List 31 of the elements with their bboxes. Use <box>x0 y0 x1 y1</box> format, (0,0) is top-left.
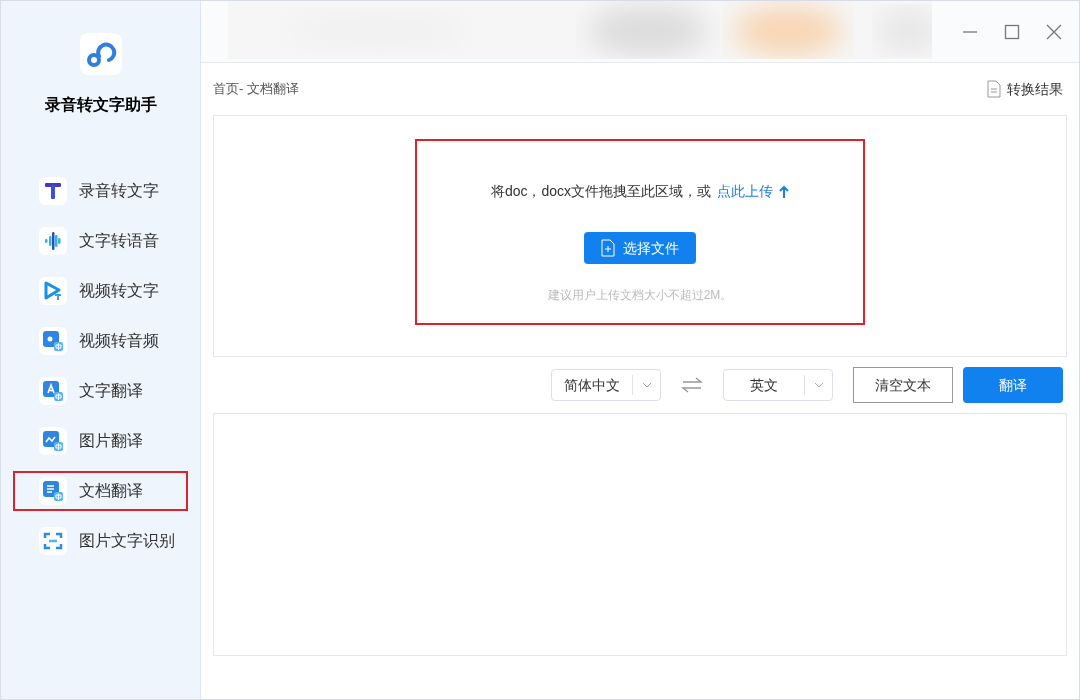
source-language-select[interactable]: 简体中文 <box>551 369 661 401</box>
sidebar-item[interactable]: 文字翻译 <box>13 371 188 411</box>
swap-icon[interactable] <box>681 377 703 393</box>
sidebar-item[interactable]: 图片翻译 <box>13 421 188 461</box>
result-button[interactable]: 转换结果 <box>987 78 1063 100</box>
clear-text-button[interactable]: 清空文本 <box>853 367 953 403</box>
chevron-down-icon <box>813 382 824 388</box>
breadcrumb: 首页- 文档翻译 <box>213 80 299 99</box>
sidebar-item[interactable]: 图片文字识别 <box>13 521 188 561</box>
translate-button[interactable]: 翻译 <box>963 367 1063 403</box>
play-icon <box>39 277 67 305</box>
app-name: 录音转文字助手 <box>44 95 157 115</box>
sidebar-item[interactable]: 文档翻译 <box>13 471 188 511</box>
choose-file-button[interactable]: 选择文件 <box>584 232 696 264</box>
maximize-icon <box>1004 23 1020 40</box>
target-language-select[interactable]: 英文 <box>723 369 833 401</box>
sidebar-item[interactable]: 文字转语音 <box>13 221 188 261</box>
arrow-up-icon <box>779 184 790 199</box>
sidebar-item[interactable]: 视频转文字 <box>13 271 188 311</box>
add-file-icon <box>601 239 615 257</box>
app-logo-icon <box>79 33 122 75</box>
scan-frame-icon <box>39 527 67 555</box>
upload-prompt: 将doc，docx文件拖拽至此区域，或 <box>490 182 712 201</box>
sidebar-item[interactable]: 录音转文字 <box>13 171 188 211</box>
minimize-icon <box>962 30 978 33</box>
upload-link[interactable]: 点此上传 <box>717 181 774 202</box>
letter-t-icon <box>39 177 67 205</box>
sidebar-item[interactable]: 视频转音频 <box>13 321 188 361</box>
close-icon <box>1046 23 1062 40</box>
sound-wave-icon <box>39 227 67 255</box>
chevron-down-icon <box>641 382 652 388</box>
